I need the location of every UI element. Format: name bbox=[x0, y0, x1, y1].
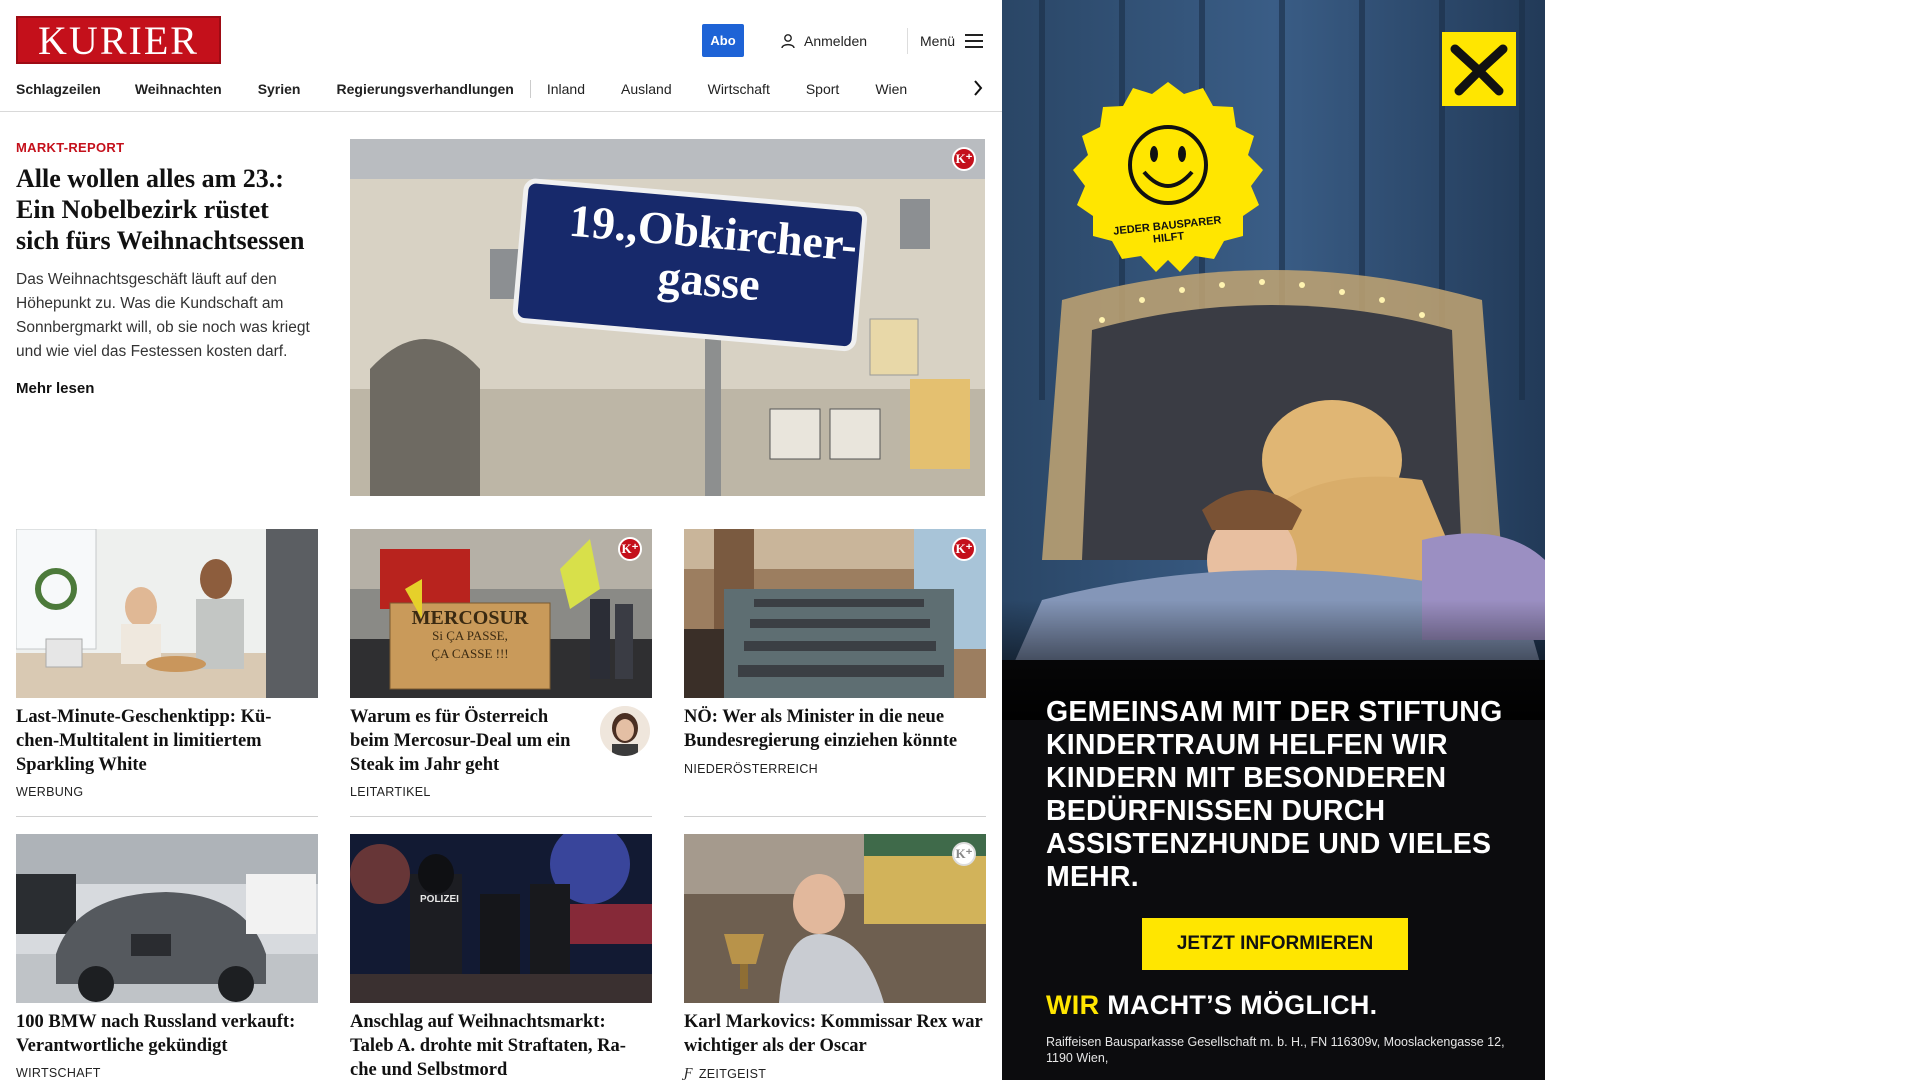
nav-item-weihnachten[interactable]: Weihnachten bbox=[135, 81, 222, 97]
nav-item-sport[interactable]: Sport bbox=[806, 81, 839, 97]
slogan-rest: MACHT’S MÖGLICH. bbox=[1107, 990, 1378, 1020]
user-icon bbox=[781, 34, 795, 49]
protest-sign-line-1: MERCOSUR bbox=[411, 607, 529, 629]
parliament-photo bbox=[684, 529, 986, 698]
jetzt-informieren-button[interactable]: JETZT INFORMIEREN bbox=[1142, 918, 1408, 970]
menu-button[interactable]: Menü bbox=[920, 30, 984, 52]
card-6-label: ƒ ZEITGEIST bbox=[684, 1066, 766, 1080]
smiley-badge-icon bbox=[1073, 82, 1263, 272]
section-nav: Schlagzeilen Weihnachten Syrien Regierun… bbox=[16, 78, 986, 100]
login-label: Anmelden bbox=[804, 33, 868, 49]
raiffeisen-ad[interactable]: JEDER BAUSPARER HILFT GEMEINSAM MIT DER … bbox=[1002, 0, 1545, 1080]
hero-teaser: Das Weihnachtsgeschäft läuft auf den Höh… bbox=[16, 271, 310, 360]
right-gutter bbox=[1545, 0, 1920, 1080]
ad-slogan: WIR MACHT’S MÖGLICH. bbox=[1046, 990, 1377, 1021]
hero-image[interactable]: 19.,Obkircher- gasse K⁺ bbox=[350, 139, 985, 496]
nav-item-syrien[interactable]: Syrien bbox=[258, 81, 301, 97]
nav-item-regierungsverhandlungen[interactable]: Regierungsverhandlungen bbox=[337, 81, 514, 97]
kplus-badge: K⁺ bbox=[952, 537, 976, 561]
bausparer-badge: JEDER BAUSPARER HILFT bbox=[1068, 80, 1268, 280]
ad-legal-text: Raiffeisen Bausparkasse Gesellschaft m. … bbox=[1046, 1035, 1505, 1065]
card-1-image[interactable] bbox=[16, 529, 318, 698]
premium-badge: K⁺ bbox=[952, 842, 976, 866]
nav-item-inland[interactable]: Inland bbox=[547, 81, 585, 97]
kplus-badge: K⁺ bbox=[618, 537, 642, 561]
card-4-label: WIRTSCHAFT bbox=[16, 1066, 101, 1080]
card-6-title[interactable]: Karl Markovics: Kommissar Rex war wichti… bbox=[684, 1010, 986, 1058]
kplus-badge: K⁺ bbox=[952, 147, 976, 171]
header-divider bbox=[907, 28, 908, 54]
card-divider bbox=[684, 816, 986, 817]
nav-item-wirtschaft[interactable]: Wirtschaft bbox=[708, 81, 770, 97]
street-sign-photo bbox=[350, 139, 985, 496]
menu-label: Menü bbox=[920, 33, 956, 49]
police-vest-text: POLIZEI bbox=[420, 894, 459, 905]
protest-sign-line-2: Si ÇA PASSE, bbox=[432, 628, 508, 643]
abo-button[interactable]: Abo bbox=[702, 24, 744, 57]
card-5-image[interactable]: POLIZEI bbox=[350, 834, 652, 1003]
card-1-label: WERBUNG bbox=[16, 785, 84, 799]
card-divider bbox=[350, 816, 652, 817]
main-content: KURIER Abo Anmelden Menü Schlagzeilen We… bbox=[0, 0, 1002, 1080]
hamburger-icon bbox=[965, 34, 984, 48]
card-2-label: LEITARTIKEL bbox=[350, 785, 431, 799]
card-2-image[interactable]: MERCOSUR Si ÇA PASSE, ÇA CASSE !!! K⁺ bbox=[350, 529, 652, 698]
protest-sign-line-3: ÇA CASSE !!! bbox=[431, 646, 509, 661]
hero-kicker: MARKT-REPORT bbox=[16, 140, 125, 155]
protest-sign-text: MERCOSUR Si ÇA PASSE, ÇA CASSE !!! bbox=[394, 607, 546, 663]
kurier-logo[interactable]: KURIER bbox=[16, 16, 221, 64]
nav-next-button[interactable] bbox=[968, 76, 988, 100]
read-more-link[interactable]: Mehr lesen bbox=[16, 380, 94, 397]
bmw-photo bbox=[16, 834, 318, 1003]
card-6-image[interactable]: K⁺ bbox=[684, 834, 986, 1003]
police-photo bbox=[350, 834, 652, 1003]
slogan-wir: WIR bbox=[1046, 990, 1100, 1020]
raiffeisen-logo bbox=[1442, 32, 1516, 106]
author-portrait bbox=[600, 706, 650, 756]
zeitgeist-icon: ƒ bbox=[684, 1066, 693, 1080]
card-3-title[interactable]: NÖ: Wer als Minister in die neue Bundesr… bbox=[684, 705, 986, 753]
ad-headline: GEMEINSAM MIT DER STIFTUNG KINDERTRAUM H… bbox=[1046, 696, 1503, 893]
author-avatar bbox=[600, 706, 650, 756]
card-2-title[interactable]: Warum es für Österreich beim Mercosur-De… bbox=[350, 705, 575, 777]
nav-item-ausland[interactable]: Ausland bbox=[621, 81, 672, 97]
login-button[interactable]: Anmelden bbox=[780, 30, 867, 52]
card-4-image[interactable] bbox=[16, 834, 318, 1003]
card-5-title[interactable]: Anschlag auf Weihnachtsmarkt: Taleb A. d… bbox=[350, 1010, 652, 1080]
card-1-title[interactable]: Last-Minute-Geschenktipp: Kü-chen-Multit… bbox=[16, 705, 306, 777]
hero-title[interactable]: Alle wollen alles am 23.: Ein Nobelbezir… bbox=[16, 163, 316, 256]
kitchen-photo bbox=[16, 529, 318, 698]
nav-item-schlagzeilen[interactable]: Schlagzeilen bbox=[16, 81, 101, 97]
card-4-title[interactable]: 100 BMW nach Russland verkauft: Verantwo… bbox=[16, 1010, 318, 1058]
markovics-photo bbox=[684, 834, 986, 1003]
card-3-image[interactable]: K⁺ bbox=[684, 529, 986, 698]
hero-article[interactable]: MARKT-REPORT Alle wollen alles am 23.: E… bbox=[16, 140, 316, 398]
crossed-gables-icon bbox=[1450, 44, 1508, 96]
site-header: KURIER Abo Anmelden Menü Schlagzeilen We… bbox=[0, 0, 1002, 112]
card-6-label-text: ZEITGEIST bbox=[698, 1067, 767, 1080]
chevron-right-icon bbox=[974, 80, 983, 96]
nav-divider bbox=[529, 80, 531, 98]
card-divider bbox=[16, 816, 318, 817]
card-3-label: NIEDERÖSTERREICH bbox=[684, 762, 818, 776]
nav-item-wien[interactable]: Wien bbox=[875, 81, 907, 97]
